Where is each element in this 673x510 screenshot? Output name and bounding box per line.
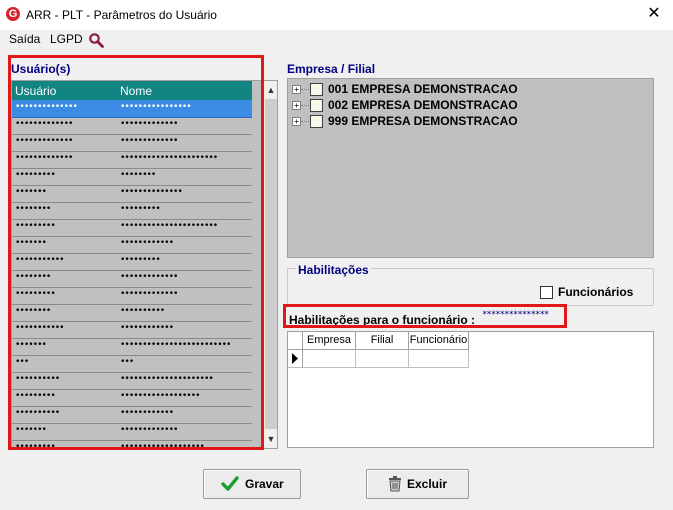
- menu-item-lgpd[interactable]: LGPD: [50, 30, 83, 50]
- tree-checkbox[interactable]: [310, 115, 323, 128]
- app-logo-icon: G: [6, 7, 20, 21]
- column-header-funcionario[interactable]: Funcionário: [409, 332, 469, 350]
- habilitacoes-title: Habilitações: [296, 263, 371, 277]
- highlight-box-funcionario: [283, 304, 567, 328]
- scroll-up-icon[interactable]: ▲: [264, 83, 277, 97]
- window-title: ARR - PLT - Parâmetros do Usuário: [26, 8, 217, 22]
- highlight-box-users: [8, 55, 264, 450]
- tree-item-label: 001 EMPRESA DEMONSTRACAO: [328, 82, 518, 96]
- tree-checkbox[interactable]: [310, 99, 323, 112]
- menu-bar: Saída LGPD: [0, 30, 673, 50]
- delete-button-label: Excluir: [407, 477, 448, 491]
- tree-panel-title: Empresa / Filial: [287, 62, 376, 76]
- save-button-label: Gravar: [245, 477, 284, 491]
- close-icon[interactable]: ✕: [644, 4, 664, 24]
- title-bar: G ARR - PLT - Parâmetros do Usuário ✕: [0, 0, 673, 30]
- tree-checkbox[interactable]: [310, 83, 323, 96]
- expand-icon[interactable]: +: [292, 117, 301, 126]
- delete-button[interactable]: Excluir: [366, 469, 469, 499]
- tree-item-label: 999 EMPRESA DEMONSTRACAO: [328, 114, 518, 128]
- save-button[interactable]: Gravar: [203, 469, 301, 499]
- expand-icon[interactable]: +: [292, 101, 301, 110]
- habilitacoes-grid[interactable]: Empresa Filial Funcionário: [287, 331, 654, 448]
- users-scrollbar[interactable]: ▲ ▼: [263, 81, 277, 448]
- expand-icon[interactable]: +: [292, 85, 301, 94]
- scrollbar-thumb[interactable]: [265, 99, 277, 429]
- funcionarios-checkbox[interactable]: [540, 286, 553, 299]
- row-indicator-header: [288, 332, 303, 350]
- funcionarios-checkbox-label: Funcionários: [558, 285, 634, 299]
- column-header-empresa[interactable]: Empresa: [303, 332, 356, 350]
- trash-icon: [389, 476, 401, 492]
- menu-item-saida[interactable]: Saída: [9, 30, 40, 50]
- grid-cell-filial[interactable]: [356, 350, 409, 368]
- checkmark-icon: [221, 476, 239, 491]
- current-row-indicator-icon: [288, 350, 303, 368]
- search-icon[interactable]: [88, 32, 104, 48]
- tree-item-label: 002 EMPRESA DEMONSTRACAO: [328, 98, 518, 112]
- grid-cell-funcionario[interactable]: [409, 350, 469, 368]
- column-header-filial[interactable]: Filial: [356, 332, 409, 350]
- scroll-down-icon[interactable]: ▼: [264, 432, 277, 446]
- empresa-filial-tree[interactable]: + 001 EMPRESA DEMONSTRACAO + 002 EMPRESA…: [287, 78, 654, 258]
- grid-cell-empresa[interactable]: [303, 350, 356, 368]
